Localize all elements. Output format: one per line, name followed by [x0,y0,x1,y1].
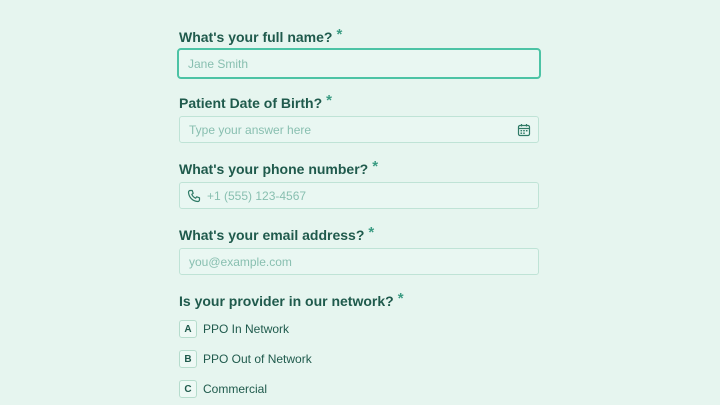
full-name-input[interactable] [188,50,509,77]
email-field[interactable] [179,248,539,275]
option-label: Commercial [203,382,268,396]
required-asterisk: * [397,290,404,307]
full-name-question: What's your full name? * [179,26,343,46]
phone-question: What's your phone number? * [179,158,379,178]
required-asterisk: * [336,26,343,43]
email-label: What's your email address? [179,227,365,243]
email-question: What's your email address? * [179,224,375,244]
phone-field[interactable] [179,182,539,209]
dob-label: Patient Date of Birth? [179,95,323,111]
phone-input[interactable] [207,183,508,208]
option-key: C [179,380,197,398]
option-ppo-in-network[interactable]: A PPO In Network [179,320,289,338]
dob-question: Patient Date of Birth? * [179,92,332,112]
full-name-label: What's your full name? [179,29,333,45]
option-label: PPO Out of Network [203,352,312,366]
option-commercial[interactable]: C Commercial [179,380,267,398]
email-input[interactable] [189,249,508,274]
phone-label: What's your phone number? [179,161,369,177]
dob-field[interactable] [179,116,539,143]
option-ppo-out-of-network[interactable]: B PPO Out of Network [179,350,312,368]
calendar-icon[interactable] [517,123,531,137]
phone-icon [187,189,201,203]
option-key: A [179,320,197,338]
dob-input[interactable] [189,117,508,142]
required-asterisk: * [326,92,332,109]
option-label: PPO In Network [203,322,290,336]
full-name-field[interactable] [177,48,541,79]
provider-question: Is your provider in our network? * [179,290,404,310]
option-key: B [179,350,197,368]
provider-label: Is your provider in our network? [179,293,394,309]
required-asterisk: * [372,158,379,175]
required-asterisk: * [368,224,375,241]
